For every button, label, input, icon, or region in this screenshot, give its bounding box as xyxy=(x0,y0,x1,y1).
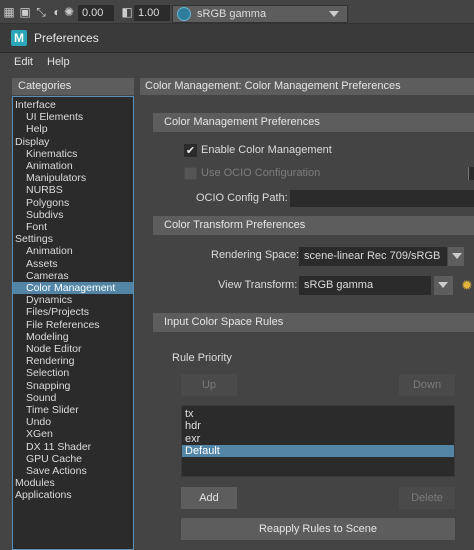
category-item[interactable]: Polygons xyxy=(13,197,133,209)
gear-icon[interactable]: ✹ xyxy=(461,278,473,292)
category-item[interactable]: Display xyxy=(13,136,133,148)
view-transform-combo-label: sRGB gamma xyxy=(197,8,267,20)
category-item[interactable]: Assets xyxy=(13,258,133,270)
rule-priority-label: Rule Priority xyxy=(172,352,232,364)
category-item[interactable]: Help xyxy=(13,123,133,135)
view-transform-select[interactable]: sRGB gamma xyxy=(299,276,431,295)
ocio-edge-checkbox[interactable] xyxy=(468,167,474,180)
category-item[interactable]: DX 11 Shader xyxy=(13,441,133,453)
category-item[interactable]: Applications xyxy=(13,489,133,501)
exposure-icon[interactable]: ✺ xyxy=(62,5,76,19)
category-item[interactable]: Modules xyxy=(13,477,133,489)
category-item[interactable]: Modeling xyxy=(13,331,133,343)
category-item[interactable]: Time Slider xyxy=(13,404,133,416)
category-item[interactable]: GPU Cache xyxy=(13,453,133,465)
delete-button[interactable]: Delete xyxy=(399,487,455,509)
use-ocio-checkbox[interactable] xyxy=(184,167,197,180)
config-path-label: OCIO Config Path: xyxy=(196,192,288,204)
up-button[interactable]: Up xyxy=(181,374,237,396)
rules-list[interactable]: tx hdr exr Default xyxy=(181,405,455,477)
rendering-space-label: Rendering Space: xyxy=(211,249,300,261)
title-bar[interactable]: M Preferences xyxy=(0,24,474,53)
category-item[interactable]: Kinematics xyxy=(13,148,133,160)
category-item[interactable]: Files/Projects xyxy=(13,306,133,318)
rendering-space-dropdown[interactable] xyxy=(448,247,464,266)
categories-list[interactable]: Interface UI Elements Help Display Kinematic… xyxy=(12,96,134,550)
menu-bar: Edit Help xyxy=(0,53,474,73)
add-button[interactable]: Add xyxy=(181,487,237,509)
config-path-field[interactable] xyxy=(290,190,474,207)
chevron-down-icon xyxy=(329,11,339,17)
exposure-field[interactable]: 0.00 xyxy=(78,5,114,21)
category-item[interactable]: Dynamics xyxy=(13,294,133,306)
category-item[interactable]: Subdivs xyxy=(13,209,133,221)
category-item[interactable]: Sound xyxy=(13,392,133,404)
view-transform-dropdown[interactable] xyxy=(434,276,453,295)
use-ocio-label: Use OCIO Configuration xyxy=(201,167,321,179)
category-item[interactable]: Interface xyxy=(13,99,133,111)
category-item[interactable]: UI Elements xyxy=(13,111,133,123)
resize-icon[interactable]: ⤡ xyxy=(34,5,48,19)
color-management-icon xyxy=(177,7,191,21)
frame-icon[interactable]: ▣ xyxy=(18,5,32,19)
rule-item[interactable]: exr xyxy=(182,433,454,445)
category-item[interactable]: Cameras xyxy=(13,270,133,282)
category-item[interactable]: NURBS xyxy=(13,184,133,196)
maya-logo-icon: M xyxy=(11,30,27,46)
rule-item[interactable]: Default xyxy=(182,444,454,457)
page-title: Color Management: Color Management Prefe… xyxy=(140,78,474,95)
category-item[interactable]: Node Editor xyxy=(13,343,133,355)
category-item[interactable]: Animation xyxy=(13,245,133,257)
gamma-icon[interactable]: ◧ xyxy=(120,5,134,19)
reapply-rules-button[interactable]: Reapply Rules to Scene xyxy=(181,518,455,540)
category-item[interactable]: Animation xyxy=(13,160,133,172)
grid-icon[interactable]: ▦ xyxy=(2,5,16,19)
category-item[interactable]: Selection xyxy=(13,367,133,379)
view-transform-label: View Transform: xyxy=(218,279,298,291)
category-item[interactable]: Color Management xyxy=(13,282,133,294)
category-item[interactable]: Rendering xyxy=(13,355,133,367)
cm-section-header[interactable]: Color Management Preferences xyxy=(153,113,474,132)
enable-cm-checkbox[interactable]: ✔ xyxy=(184,144,197,157)
window-title: Preferences xyxy=(34,31,99,45)
viewport-toolbar: ▦ ▣ ⤡ ◐ ✺ 0.00 ◧ 1.00 sRGB gamma xyxy=(0,0,474,24)
menu-edit[interactable]: Edit xyxy=(14,56,33,68)
gamma-field[interactable]: 1.00 xyxy=(134,5,170,21)
view-transform-combo[interactable]: sRGB gamma xyxy=(172,5,348,23)
categories-header: Categories xyxy=(12,78,134,95)
ct-section-header[interactable]: Color Transform Preferences xyxy=(153,216,474,235)
category-item[interactable]: Settings xyxy=(13,233,133,245)
category-item[interactable]: Manipulators xyxy=(13,172,133,184)
category-item[interactable]: Save Actions xyxy=(13,465,133,477)
rule-item[interactable]: tx xyxy=(182,408,454,420)
enable-cm-label: Enable Color Management xyxy=(201,144,332,156)
category-item[interactable]: Snapping xyxy=(13,380,133,392)
rendering-space-combo[interactable]: scene-linear Rec 709/sRGB xyxy=(299,247,447,266)
category-item[interactable]: XGen xyxy=(13,428,133,440)
down-button[interactable]: Down xyxy=(399,374,455,396)
menu-help[interactable]: Help xyxy=(47,56,70,68)
rule-item[interactable]: hdr xyxy=(182,420,454,432)
category-item[interactable]: Font xyxy=(13,221,133,233)
rules-section-header[interactable]: Input Color Space Rules xyxy=(153,313,474,332)
category-item[interactable]: File References xyxy=(13,319,133,331)
category-item[interactable]: Undo xyxy=(13,416,133,428)
